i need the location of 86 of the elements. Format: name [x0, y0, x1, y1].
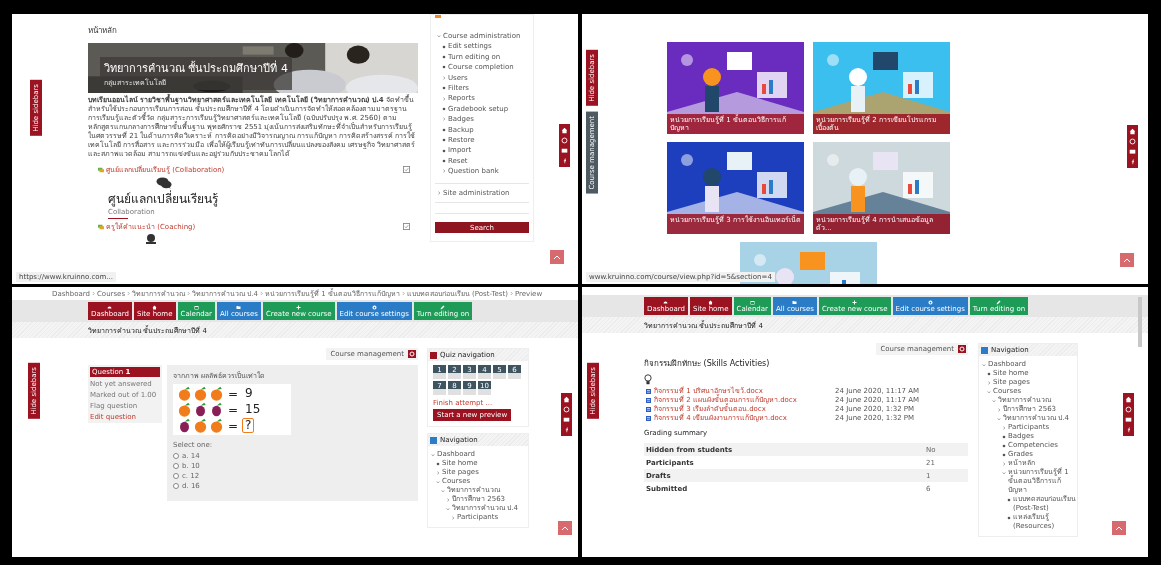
pencil-icon	[440, 304, 446, 310]
block-icon	[430, 436, 437, 444]
chevron-icon	[509, 291, 513, 296]
chevron-icon	[260, 291, 263, 296]
back-to-top-button[interactable]	[1120, 253, 1134, 267]
caret-icon[interactable]	[437, 190, 441, 195]
citrus-fruit-icon	[177, 402, 192, 417]
document-icon	[646, 398, 651, 403]
radio-button[interactable]	[173, 483, 179, 489]
equals-sign: =	[228, 386, 239, 401]
folder-icon	[236, 304, 242, 310]
grape-icon	[209, 402, 224, 417]
mail-icon[interactable]	[1125, 416, 1132, 423]
radio-button[interactable]	[173, 473, 179, 479]
home-icon[interactable]	[1129, 128, 1136, 135]
caret-icon[interactable]	[442, 96, 446, 101]
completion-checkbox[interactable]	[403, 166, 410, 173]
dot-icon	[442, 55, 446, 59]
chat-icon	[156, 177, 172, 189]
mail-icon[interactable]	[563, 416, 570, 423]
citrus-fruit-icon	[193, 386, 208, 401]
caret-icon[interactable]	[436, 470, 440, 475]
block-icon	[981, 346, 988, 354]
forum-icon	[98, 223, 104, 230]
chevron-icon	[187, 291, 191, 296]
grape-icon	[193, 402, 208, 417]
caret-icon[interactable]	[442, 169, 446, 174]
page-title: หน้าหลัก	[88, 25, 118, 37]
lightbulb-icon	[644, 374, 652, 385]
chevron-icon	[92, 291, 95, 296]
mail-icon[interactable]	[1129, 148, 1136, 155]
equals-sign: =	[228, 402, 239, 417]
caret-icon[interactable]	[997, 407, 1001, 412]
home-icon	[708, 299, 714, 305]
caret-icon[interactable]	[1002, 461, 1006, 466]
gear-icon	[371, 304, 377, 310]
home-icon	[152, 304, 158, 310]
banner-title: วิทยาการคำนวณ ชั้นประถมศึกษาปีที่ 4	[104, 59, 288, 77]
caret-icon[interactable]	[451, 515, 455, 520]
dashboard-icon	[663, 299, 669, 305]
block-icon	[435, 15, 441, 18]
folder-icon	[792, 299, 798, 305]
back-to-top-button[interactable]	[558, 521, 572, 535]
document-icon	[646, 416, 651, 421]
gear-icon	[958, 345, 966, 353]
back-to-top-button[interactable]	[550, 250, 564, 264]
mail-icon[interactable]	[561, 147, 568, 154]
citrus-fruit-icon	[209, 418, 224, 433]
equation-result: 15	[244, 402, 262, 417]
completion-checkbox[interactable]	[403, 223, 410, 230]
radio-button[interactable]	[173, 463, 179, 469]
dashboard-icon	[107, 304, 113, 310]
plus-icon	[852, 299, 858, 305]
document-icon	[646, 407, 651, 412]
home-icon[interactable]	[561, 127, 568, 134]
caret-icon[interactable]	[442, 75, 446, 80]
chevron-icon	[127, 291, 131, 296]
radio-button[interactable]	[173, 453, 179, 459]
gear-icon	[927, 299, 933, 305]
equation-result: ?	[242, 418, 255, 433]
block-icon	[430, 351, 437, 359]
caret-icon[interactable]	[1002, 425, 1006, 430]
equation-result: 9	[244, 386, 254, 401]
calendar-icon	[193, 304, 199, 310]
home-icon[interactable]	[563, 396, 570, 403]
person-icon	[145, 234, 157, 244]
caret-icon[interactable]	[987, 380, 991, 385]
plus-icon	[296, 304, 302, 310]
citrus-fruit-icon	[193, 418, 208, 433]
document-icon	[646, 389, 651, 394]
home-icon[interactable]	[1125, 396, 1132, 403]
equals-sign: =	[228, 418, 239, 433]
grape-icon	[177, 418, 192, 433]
caret-icon[interactable]	[442, 117, 446, 122]
activity-heading: กิจกรรมฝึกทักษะ (Skills Activities)	[644, 358, 771, 370]
gear-icon	[408, 350, 416, 358]
citrus-fruit-icon	[209, 386, 224, 401]
chevron-icon	[401, 291, 405, 296]
calendar-icon	[749, 299, 755, 305]
pencil-icon	[996, 299, 1002, 305]
back-to-top-button[interactable]	[1112, 521, 1126, 535]
section-heading: ศูนย์แลกเปลี่ยนเรียนรู้	[108, 189, 219, 208]
caret-icon[interactable]	[446, 497, 450, 502]
citrus-fruit-icon	[177, 386, 192, 401]
scrollbar[interactable]	[1138, 297, 1142, 347]
forum-icon	[98, 166, 104, 173]
